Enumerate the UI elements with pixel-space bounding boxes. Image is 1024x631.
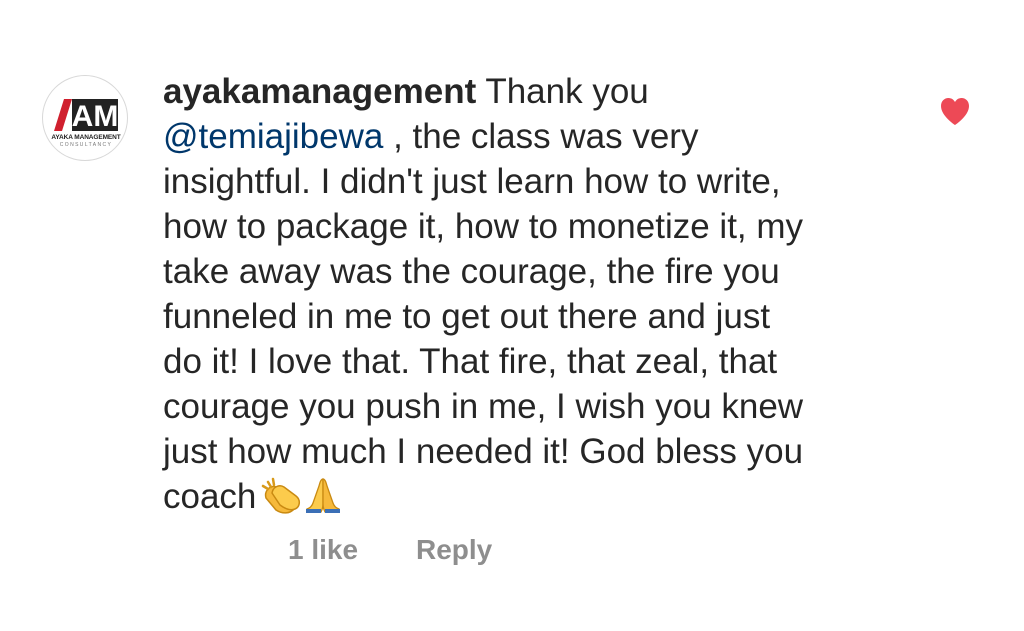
comment-text: Thank you xyxy=(476,72,649,111)
comment-body: ayakamanagement Thank you @temiajibewa ,… xyxy=(163,69,923,519)
reply-button[interactable]: Reply xyxy=(416,534,492,566)
ayaka-logo-icon: AM xyxy=(54,99,119,133)
comment: AM AYAKA MANAGEMENT CONSULTANCY ayakaman… xyxy=(0,0,1024,631)
avatar[interactable]: AM AYAKA MANAGEMENT CONSULTANCY xyxy=(42,75,128,161)
comment-text: , the class was very xyxy=(383,117,699,156)
avatar-brand-subtitle: CONSULTANCY xyxy=(59,142,113,148)
comment-line: insightful. I didn't just learn how to w… xyxy=(163,162,781,201)
like-count-button[interactable]: 1 like xyxy=(288,534,358,566)
heart-icon[interactable] xyxy=(939,96,971,126)
folded-hands-emoji-icon xyxy=(306,478,341,513)
clapping-hands-emoji-icon xyxy=(262,477,301,514)
comment-line: do it! I love that. That fire, that zeal… xyxy=(163,342,778,381)
comment-line: coach xyxy=(163,474,923,519)
svg-text:AM: AM xyxy=(72,100,119,133)
comment-text: coach xyxy=(163,477,257,516)
comment-line: courage you push in me, I wish you knew xyxy=(163,387,804,426)
mention-link[interactable]: @temiajibewa xyxy=(163,117,383,156)
comment-line: take away was the courage, the fire you xyxy=(163,252,780,291)
comment-line: just how much I needed it! God bless you xyxy=(163,432,804,471)
comment-line: @temiajibewa , the class was very xyxy=(163,114,923,159)
comment-line: ayakamanagement Thank you xyxy=(163,69,923,114)
comment-line: funneled in me to get out there and just xyxy=(163,297,771,336)
comment-line: how to package it, how to monetize it, m… xyxy=(163,207,804,246)
avatar-brand-name: AYAKA MANAGEMENT xyxy=(51,134,121,141)
comment-username[interactable]: ayakamanagement xyxy=(163,72,476,111)
